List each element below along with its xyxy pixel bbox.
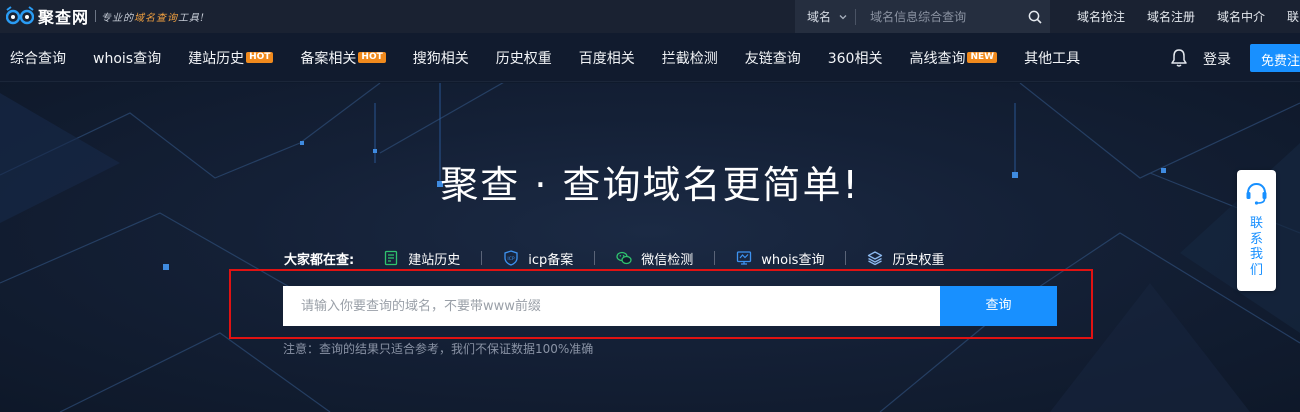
top-link-domain-snap[interactable]: 域名抢注 bbox=[1077, 8, 1125, 25]
popular-searches: 大家都在查: 建站历史 ICP icp备案 微信检测 whois查询 历史权重 bbox=[284, 247, 944, 269]
nav-item-label: 历史权重 bbox=[495, 50, 552, 67]
hero: 聚查 · 查询域名更简单! 大家都在查: 建站历史 ICP icp备案 微信检测… bbox=[0, 83, 1300, 412]
main-nav: 综合查询 whois查询 建站历史 HOT 备案相关 HOT 搜狗相关 历史权重 百… bbox=[0, 33, 1300, 82]
hot-badge: HOT bbox=[358, 52, 386, 63]
divider bbox=[481, 251, 483, 265]
nav-item-other-tools[interactable]: 其他工具 bbox=[1024, 48, 1080, 68]
history-doc-icon bbox=[385, 250, 398, 266]
popular-item-wechat[interactable]: 微信检测 bbox=[616, 249, 693, 268]
disclaimer-notice: 注意：查询的结果只适合参考，我们不保证数据100%准确 bbox=[283, 342, 594, 356]
nav-item-label: 拦截检测 bbox=[661, 50, 718, 67]
search-type-value: 域名 bbox=[807, 10, 832, 24]
nav-item-baidu[interactable]: 百度相关 bbox=[579, 48, 635, 68]
new-badge: NEW bbox=[967, 52, 998, 63]
popular-item-site-history[interactable]: 建站历史 bbox=[383, 249, 460, 268]
search-icon bbox=[1028, 10, 1042, 24]
svg-text:ICP: ICP bbox=[508, 256, 515, 262]
nav-item-friend-links[interactable]: 友链查询 bbox=[745, 48, 801, 68]
nav-item-label: 高线查询 bbox=[909, 50, 966, 67]
divider bbox=[714, 251, 716, 265]
nav-item-label: 综合查询 bbox=[10, 50, 66, 67]
slogan-part: 专业的 bbox=[101, 12, 135, 24]
nav-item-icp[interactable]: 备案相关 HOT bbox=[300, 48, 386, 68]
domain-search-input[interactable] bbox=[283, 286, 940, 326]
logo-text: 聚查网 bbox=[38, 8, 90, 27]
nav-item-360[interactable]: 360相关 bbox=[828, 48, 883, 68]
top-search: 域名 bbox=[795, 0, 1050, 33]
nav-item-label: whois查询 bbox=[93, 50, 162, 67]
bell-icon[interactable] bbox=[1170, 48, 1188, 68]
nav-item-label: 建站历史 bbox=[188, 50, 245, 67]
hero-title: 聚查 · 查询域名更简单! bbox=[440, 163, 860, 207]
popular-item-label: 建站历史 bbox=[408, 252, 461, 268]
owl-logo-icon bbox=[6, 6, 34, 25]
nav-items: 综合查询 whois查询 建站历史 HOT 备案相关 HOT 搜狗相关 历史权重 百… bbox=[10, 33, 1107, 82]
layers-icon bbox=[868, 251, 883, 266]
divider bbox=[594, 251, 596, 265]
popular-item-label: 微信检测 bbox=[641, 252, 694, 268]
popular-item-whois[interactable]: whois查询 bbox=[736, 249, 824, 268]
nav-item-site-history[interactable]: 建站历史 HOT bbox=[188, 48, 274, 68]
top-search-button[interactable] bbox=[1020, 0, 1050, 33]
top-link-domain-broker[interactable]: 域名中介 bbox=[1217, 8, 1265, 25]
logo-slogan: 专业的域名查询工具! bbox=[101, 9, 205, 24]
popular-label: 大家都在查: bbox=[284, 252, 355, 268]
chevron-down-icon bbox=[839, 14, 847, 19]
divider bbox=[845, 251, 847, 265]
logo[interactable]: 聚查网 专业的域名查询工具! bbox=[6, 5, 205, 27]
popular-item-history-weight[interactable]: 历史权重 bbox=[867, 249, 944, 268]
wechat-icon bbox=[616, 251, 632, 265]
login-link[interactable]: 登录 bbox=[1203, 49, 1231, 69]
nav-item-label: 友链查询 bbox=[744, 50, 801, 67]
top-bar: 聚查网 专业的域名查询工具! 域名 域名抢注 域名注册 域名中介 联系我们 bbox=[0, 0, 1300, 33]
contact-label: 联系我们 bbox=[1249, 216, 1263, 278]
contact-float-widget[interactable]: 联系我们 bbox=[1237, 170, 1276, 291]
nav-item-label: 百度相关 bbox=[578, 50, 635, 67]
nav-item-label: 备案相关 bbox=[300, 50, 357, 67]
nav-item-label: 360相关 bbox=[827, 50, 883, 67]
top-link-domain-register[interactable]: 域名注册 bbox=[1147, 8, 1195, 25]
register-button[interactable]: 免费注册 bbox=[1250, 44, 1300, 72]
search-type-select[interactable]: 域名 bbox=[795, 8, 855, 25]
nav-item-offline[interactable]: 高线查询 NEW bbox=[909, 48, 998, 68]
popular-item-label: whois查询 bbox=[761, 252, 825, 268]
nav-item-block-check[interactable]: 拦截检测 bbox=[662, 48, 718, 68]
top-links: 域名抢注 域名注册 域名中介 联系我们 bbox=[1077, 0, 1300, 33]
nav-item-comprehensive[interactable]: 综合查询 bbox=[10, 48, 66, 68]
domain-search-button[interactable]: 查询 bbox=[940, 286, 1057, 326]
popular-item-icp[interactable]: ICP icp备案 bbox=[503, 249, 573, 268]
nav-item-label: 搜狗相关 bbox=[412, 50, 469, 67]
popular-item-label: icp备案 bbox=[528, 252, 574, 268]
icp-shield-icon: ICP bbox=[504, 250, 518, 266]
whois-monitor-icon bbox=[737, 251, 752, 265]
nav-item-whois[interactable]: whois查询 bbox=[93, 48, 161, 68]
nav-item-history-weight[interactable]: 历史权重 bbox=[496, 48, 552, 68]
nav-item-label: 其他工具 bbox=[1024, 50, 1081, 67]
nav-item-sogou[interactable]: 搜狗相关 bbox=[413, 48, 469, 68]
customer-service-icon bbox=[1246, 182, 1267, 205]
top-link-contact[interactable]: 联系我们 bbox=[1287, 8, 1300, 25]
slogan-highlight: 域名查询 bbox=[134, 12, 179, 24]
logo-divider bbox=[95, 10, 97, 22]
popular-item-label: 历史权重 bbox=[892, 252, 945, 268]
hot-badge: HOT bbox=[246, 52, 274, 63]
slogan-part: 工具! bbox=[178, 12, 206, 24]
top-search-input[interactable] bbox=[856, 0, 1021, 33]
